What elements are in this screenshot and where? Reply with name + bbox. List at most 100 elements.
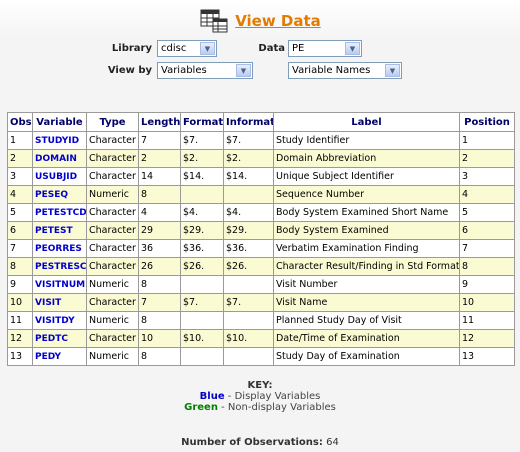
chevron-down-icon: ▼ [385, 64, 400, 77]
cell-label: Visit Name [273, 293, 460, 312]
table-row: 13 PEDY Numeric 8 Study Day of Examination 13 [7, 347, 515, 366]
cell-variable[interactable]: USUBJID [32, 167, 87, 186]
cell-format: $4. [180, 203, 224, 222]
col-header-informat: Informat [223, 112, 274, 132]
page-title-link[interactable]: View Data [235, 12, 321, 30]
table-row: 4 PESEQ Numeric 8 Sequence Number 4 [7, 185, 515, 204]
cell-variable[interactable]: DOMAIN [32, 149, 87, 168]
cell-informat: $10. [223, 329, 274, 348]
cell-obs: 13 [7, 347, 33, 366]
cell-label: Planned Study Day of Visit [273, 311, 460, 330]
cell-format [180, 185, 224, 204]
cell-format: $29. [180, 221, 224, 240]
table-row: 1 STUDYID Character 7 $7. $7. Study Identifier… [7, 131, 515, 150]
cell-variable[interactable]: PETESTCD [32, 203, 87, 222]
table-row: 9 VISITNUM Numeric 8 Visit Number 9 [7, 275, 515, 294]
cell-format [180, 347, 224, 366]
cell-format: $36. [180, 239, 224, 258]
cell-position: 6 [459, 221, 515, 240]
cell-obs: 10 [7, 293, 33, 312]
cell-variable[interactable]: VISIT [32, 293, 87, 312]
cell-variable[interactable]: PEDY [32, 347, 87, 366]
cell-position: 10 [459, 293, 515, 312]
cell-informat: $4. [223, 203, 274, 222]
cell-informat: $14. [223, 167, 274, 186]
table-row: 5 PETESTCD Character 4 $4. $4. Body System Exa… [7, 203, 515, 222]
key-green-line: Green - Non-display Variables [0, 402, 520, 413]
col-header-type: Type [86, 112, 139, 132]
filter-controls: Library cdisc ▼ Data PE ▼ View by Variab… [0, 40, 520, 84]
cell-label: Verbatim Examination Finding [273, 239, 460, 258]
cell-obs: 4 [7, 185, 33, 204]
variables-table: Obs Variable Type Length Format Informat… [7, 112, 515, 366]
cell-type: Character [86, 131, 139, 150]
cell-length: 29 [138, 221, 181, 240]
cell-length: 14 [138, 167, 181, 186]
key-blue-word: Blue [199, 391, 225, 402]
cell-label: Body System Examined [273, 221, 460, 240]
table-row: 7 PEORRES Character 36 $36. $36. Verbatim Exam… [7, 239, 515, 258]
cell-variable[interactable]: VISITNUM [32, 275, 87, 294]
obs-label: Number of Observations: [181, 437, 323, 448]
cell-format: $14. [180, 167, 224, 186]
viewby-select[interactable]: Variables ▼ [157, 62, 253, 79]
cell-type: Numeric [86, 275, 139, 294]
key-blue-line: Blue - Display Variables [0, 391, 520, 402]
col-header-format: Format [180, 112, 224, 132]
chevron-down-icon: ▼ [345, 42, 360, 55]
chevron-down-icon: ▼ [236, 64, 251, 77]
obs-value: 64 [326, 437, 339, 448]
cell-variable[interactable]: PESEQ [32, 185, 87, 204]
library-label: Library [111, 43, 152, 54]
cell-obs: 3 [7, 167, 33, 186]
cell-format [180, 275, 224, 294]
cell-length: 8 [138, 311, 181, 330]
cell-obs: 12 [7, 329, 33, 348]
cell-type: Character [86, 149, 139, 168]
cell-length: 8 [138, 185, 181, 204]
cell-format: $7. [180, 293, 224, 312]
library-select[interactable]: cdisc ▼ [157, 40, 217, 57]
cell-type: Character [86, 167, 139, 186]
cell-position: 1 [459, 131, 515, 150]
table-row: 2 DOMAIN Character 2 $2. $2. Domain Abbreviati… [7, 149, 515, 168]
cell-obs: 6 [7, 221, 33, 240]
header: View Data [0, 6, 520, 36]
cell-variable[interactable]: PEDTC [32, 329, 87, 348]
cell-label: Visit Number [273, 275, 460, 294]
cell-type: Character [86, 293, 139, 312]
table-row: 11 VISITDY Numeric 8 Planned Study Day of Vi… [7, 311, 515, 330]
cell-label: Unique Subject Identifier [273, 167, 460, 186]
cell-label: Date/Time of Examination [273, 329, 460, 348]
cell-type: Character [86, 329, 139, 348]
data-select[interactable]: PE ▼ [288, 40, 362, 57]
observation-count: Number of Observations: 64 [0, 437, 520, 448]
col-header-position: Position [459, 112, 515, 132]
cell-label: Sequence Number [273, 185, 460, 204]
table-body: 1 STUDYID Character 7 $7. $7. Study Identifier… [7, 131, 515, 366]
cell-position: 11 [459, 311, 515, 330]
table-header-row: Obs Variable Type Length Format Informat… [7, 112, 515, 132]
cell-label: Study Day of Examination [273, 347, 460, 366]
color-key: KEY: Blue - Display Variables Green - No… [0, 380, 520, 413]
cell-informat: $36. [223, 239, 274, 258]
data-label: Data [258, 43, 285, 54]
cell-variable[interactable]: VISITDY [32, 311, 87, 330]
cell-variable[interactable]: PEORRES [32, 239, 87, 258]
cell-variable[interactable]: STUDYID [32, 131, 87, 150]
cell-label: Character Result/Finding in Std Format [273, 257, 460, 276]
cell-obs: 11 [7, 311, 33, 330]
cell-variable[interactable]: PETEST [32, 221, 87, 240]
cell-position: 9 [459, 275, 515, 294]
names-select[interactable]: Variable Names ▼ [288, 62, 402, 79]
cell-type: Character [86, 239, 139, 258]
cell-length: 8 [138, 347, 181, 366]
cell-length: 7 [138, 131, 181, 150]
cell-position: 3 [459, 167, 515, 186]
cell-variable[interactable]: PESTRESC [32, 257, 87, 276]
cell-length: 7 [138, 293, 181, 312]
cell-label: Body System Examined Short Name [273, 203, 460, 222]
col-header-variable: Variable [32, 112, 87, 132]
cell-informat: $29. [223, 221, 274, 240]
variables-table-wrap: Obs Variable Type Length Format Informat… [7, 112, 515, 366]
